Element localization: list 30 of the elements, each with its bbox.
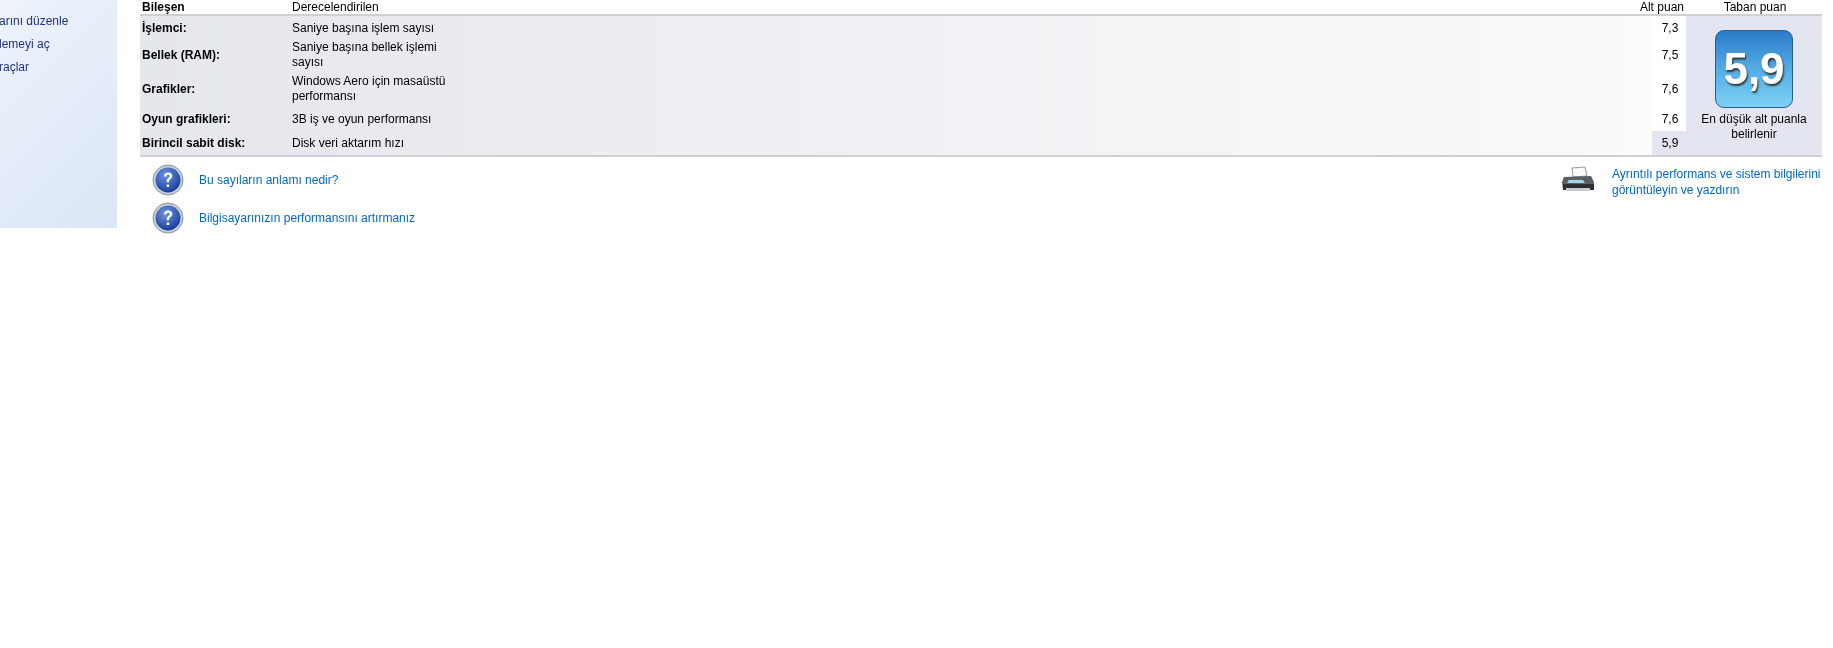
column-header: Derecelendirilen — [291, 0, 380, 14]
component-cell-text: Birincil sabit disk: — [141, 136, 247, 150]
sidebar-link[interactable]: raçlar — [0, 59, 117, 75]
rated-cell-text: Saniye başına işlem sayısı — [291, 20, 436, 36]
score-caption: En düşük alt puanla belirlenir — [1700, 112, 1808, 142]
print-details-link[interactable]: Ayrıntılı performans ve sistem bilgilerini görüntüleyin ve yazdırın — [1612, 166, 1822, 198]
column-header: Alt puan — [1638, 0, 1685, 14]
rated-cell-text: Windows Aero için masaüstü performansı — [291, 73, 447, 104]
rated-cell-text: Disk veri aktarım hızı — [291, 135, 406, 151]
subscore-cell: 7,5 — [1652, 40, 1686, 70]
column-header: Bileşen — [141, 0, 186, 14]
help-icon — [152, 202, 184, 234]
subscore-cell: 5,9 — [1652, 131, 1686, 155]
subscore-cell: 7,6 — [1652, 107, 1686, 131]
component-cell-text: İşlemci: — [141, 21, 188, 35]
component-cell-text: Bellek (RAM): — [141, 48, 221, 62]
column-header: Taban puan — [1722, 0, 1788, 14]
help-link[interactable]: Bu sayıların anlamı nedir? — [199, 173, 339, 187]
rated-cell-text: Saniye başına bellek işlemi sayısı — [291, 40, 438, 70]
subscore-cell: 7,6 — [1652, 70, 1686, 107]
sidebar-link[interactable]: arını düzenle — [0, 13, 117, 29]
printer-icon — [1561, 166, 1595, 194]
subscore-cell: 7,3 — [1652, 16, 1686, 40]
help-icon — [152, 164, 184, 196]
sidebar-link[interactable]: lemeyi aç — [0, 36, 117, 52]
component-cell-text: Grafikler: — [141, 81, 197, 96]
help-link[interactable]: Bilgisayarınızın performansını artırmanız — [199, 211, 416, 225]
component-cell-text: Oyun grafikleri: — [141, 112, 232, 126]
score-badge: 5,9 — [1715, 30, 1793, 108]
rated-cell-text: 3B iş ve oyun performansı — [291, 111, 433, 127]
